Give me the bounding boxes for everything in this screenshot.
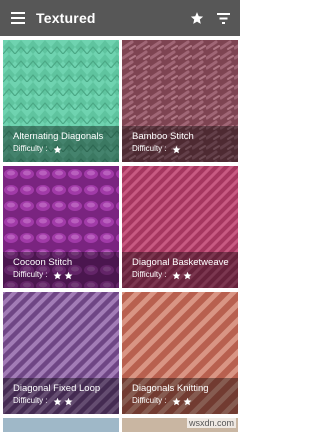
- star-icon: [172, 271, 180, 279]
- stitch-caption: Diagonals Knitting Difficulty :: [122, 378, 238, 414]
- difficulty-row: Difficulty :: [13, 269, 119, 281]
- difficulty-label: Difficulty :: [13, 144, 48, 153]
- star-icon: [183, 397, 191, 405]
- difficulty-row: Difficulty :: [132, 143, 238, 155]
- difficulty-label: Difficulty :: [13, 270, 48, 279]
- stitch-caption: Alternating Diagonals Difficulty :: [3, 126, 119, 162]
- app-bar: Textured: [0, 0, 240, 36]
- stitch-name: Cocoon Stitch: [13, 257, 73, 268]
- star-icon: [53, 397, 61, 405]
- stitch-card[interactable]: Diagonals Knitting Difficulty :: [122, 292, 238, 414]
- menu-button[interactable]: [0, 0, 36, 36]
- difficulty-row: Difficulty :: [132, 269, 238, 281]
- menu-icon: [11, 12, 25, 24]
- stitch-name: Bamboo Stitch: [132, 131, 194, 142]
- difficulty-row: Difficulty :: [132, 395, 238, 407]
- stitch-card[interactable]: Diagonal Fixed Loop Difficulty :: [3, 292, 119, 414]
- star-icon: [64, 397, 72, 405]
- stitch-caption: Cocoon Stitch Difficulty :: [3, 252, 119, 288]
- difficulty-label: Difficulty :: [13, 396, 48, 405]
- stitch-card[interactable]: Cocoon Stitch Difficulty :: [3, 166, 119, 288]
- difficulty-label: Difficulty :: [132, 396, 167, 405]
- stitch-card[interactable]: Bamboo Stitch Difficulty :: [122, 40, 238, 162]
- filter-button[interactable]: [210, 0, 236, 36]
- star-icon: [190, 12, 204, 24]
- stitch-caption: Bamboo Stitch Difficulty :: [122, 126, 238, 162]
- stitch-caption: Diagonal Basketweave Difficulty :: [122, 252, 238, 288]
- difficulty-label: Difficulty :: [132, 144, 167, 153]
- star-icon: [53, 145, 61, 153]
- page-title: Textured: [36, 10, 96, 26]
- star-icon: [172, 145, 180, 153]
- favorites-button[interactable]: [184, 0, 210, 36]
- star-icon: [183, 271, 191, 279]
- stitch-card[interactable]: Alternating Diagonals Difficulty :: [3, 40, 119, 162]
- filter-icon: [216, 12, 230, 24]
- difficulty-label: Difficulty :: [132, 270, 167, 279]
- star-icon: [53, 271, 61, 279]
- star-icon: [172, 397, 180, 405]
- stitch-card[interactable]: Diagonal Basketweave Difficulty :: [122, 166, 238, 288]
- stitch-name: Diagonal Fixed Loop: [13, 383, 101, 394]
- difficulty-row: Difficulty :: [13, 395, 119, 407]
- star-icon: [64, 271, 72, 279]
- watermark: wsxdn.com: [186, 418, 236, 428]
- stitch-name: Alternating Diagonals: [13, 131, 104, 142]
- stitch-name: Diagonal Basketweave: [132, 257, 229, 268]
- stitch-caption: Diagonal Fixed Loop Difficulty :: [3, 378, 119, 414]
- stitch-name: Diagonals Knitting: [132, 383, 209, 394]
- difficulty-row: Difficulty :: [13, 143, 119, 155]
